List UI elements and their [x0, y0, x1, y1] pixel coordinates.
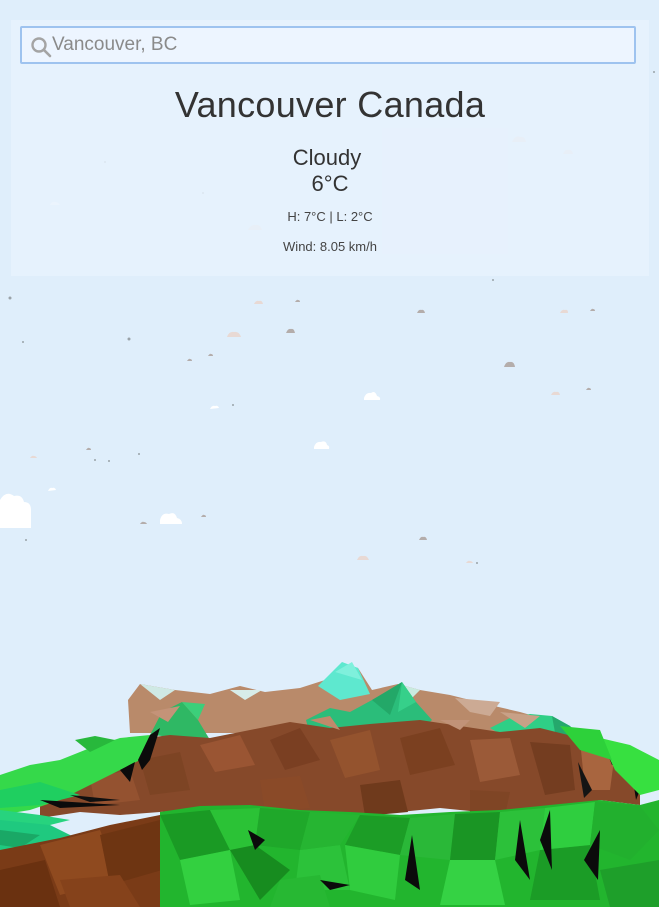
- weather-condition: Cloudy: [292, 145, 362, 170]
- search-bar[interactable]: [20, 26, 636, 64]
- search-icon: [30, 36, 52, 58]
- wind-speed: Wind: 8.05 km/h: [283, 239, 377, 254]
- search-input[interactable]: [52, 30, 622, 60]
- high-low-temperature: H: 7°C | L: 2°C: [287, 209, 373, 224]
- current-temperature: 6°C: [311, 171, 349, 196]
- location-title: Vancouver Canada: [174, 84, 486, 125]
- weather-panel: Vancouver Canada Cloudy 6°C H: 7°C | L: …: [11, 20, 649, 276]
